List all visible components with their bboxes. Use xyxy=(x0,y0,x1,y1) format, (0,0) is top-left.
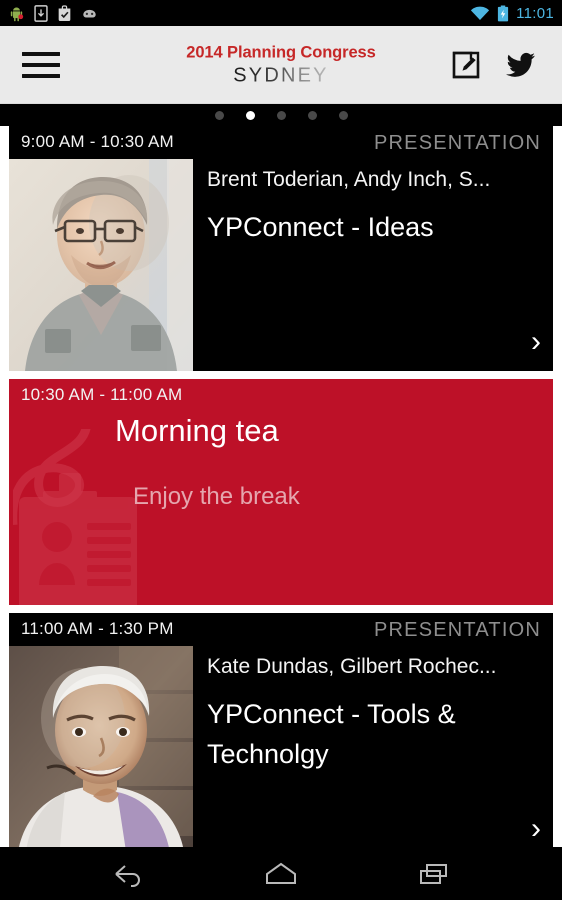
chevron-right-icon[interactable]: › xyxy=(531,327,541,357)
card-header: 11:00 AM - 1:30 PM PRESENTATION xyxy=(9,613,553,646)
android-navigation-bar xyxy=(0,847,562,900)
hamburger-menu-icon[interactable] xyxy=(22,51,68,78)
pager-dot-active[interactable] xyxy=(245,110,255,120)
pager-dot[interactable] xyxy=(214,110,224,120)
speaker-thumbnail xyxy=(9,646,193,858)
back-arrow-icon[interactable] xyxy=(105,855,151,893)
hamburger-bar xyxy=(22,73,60,78)
cyanogenmod-icon xyxy=(81,7,98,20)
header-subtitle: SYDNEY xyxy=(233,64,329,86)
card-body: Brent Toderian, Andy Inch, S... YPConnec… xyxy=(9,159,553,371)
break-body: Morning tea Enjoy the break xyxy=(9,409,553,605)
card-header: 10:30 AM - 11:00 AM xyxy=(9,379,553,409)
session-title: YPConnect - Tools & Technolgy xyxy=(207,699,456,769)
break-subtitle: Enjoy the break xyxy=(133,483,300,510)
status-bar-notification-icons xyxy=(8,4,98,22)
pager-indicator[interactable] xyxy=(0,104,562,126)
session-time: 10:30 AM - 11:00 AM xyxy=(21,385,183,404)
status-bar-clock: 11:01 xyxy=(516,4,554,22)
twitter-bird-icon[interactable] xyxy=(506,52,536,78)
hamburger-bar xyxy=(22,62,60,67)
session-type-label: PRESENTATION xyxy=(373,619,541,641)
card-header: 9:00 AM - 10:30 AM PRESENTATION xyxy=(9,126,553,159)
session-speakers: Kate Dundas, Gilbert Rochec... xyxy=(207,655,497,678)
session-type-label: PRESENTATION xyxy=(373,132,541,154)
app-header: 2014 Planning Congress SYDNEY xyxy=(0,26,562,104)
battery-charging-icon xyxy=(497,5,509,22)
hamburger-bar xyxy=(22,51,60,56)
id-badge-lanyard-icon xyxy=(13,429,137,605)
schedule-list: 9:00 AM - 10:30 AM PRESENTATION Brent To… xyxy=(0,126,562,858)
session-speakers: Brent Toderian, Andy Inch, S... xyxy=(207,168,491,191)
home-icon[interactable] xyxy=(258,855,304,893)
chevron-right-icon[interactable]: › xyxy=(531,814,541,844)
wifi-icon xyxy=(470,5,490,21)
pager-dot[interactable] xyxy=(276,110,286,120)
compose-edit-icon[interactable] xyxy=(452,51,480,79)
pager-dot[interactable] xyxy=(338,110,348,120)
session-time: 9:00 AM - 10:30 AM xyxy=(21,132,174,151)
header-actions xyxy=(452,51,536,79)
pager-dot[interactable] xyxy=(307,110,317,120)
status-bar-system-icons: 11:01 xyxy=(470,5,554,22)
recent-apps-icon[interactable] xyxy=(411,855,457,893)
download-icon xyxy=(34,4,48,22)
session-time: 11:00 AM - 1:30 PM xyxy=(21,619,174,638)
status-bar: 11:01 xyxy=(0,0,562,26)
break-title: Morning tea xyxy=(115,413,279,448)
session-info: Kate Dundas, Gilbert Rochec... YPConnect… xyxy=(193,646,553,858)
schedule-card-break[interactable]: 10:30 AM - 11:00 AM Morning tea Enjoy th… xyxy=(9,379,553,605)
schedule-card-session[interactable]: 9:00 AM - 10:30 AM PRESENTATION Brent To… xyxy=(9,126,553,371)
session-info: Brent Toderian, Andy Inch, S... YPConnec… xyxy=(193,159,553,371)
card-body: Kate Dundas, Gilbert Rochec... YPConnect… xyxy=(9,646,553,858)
schedule-card-session[interactable]: 11:00 AM - 1:30 PM PRESENTATION Kate Dun… xyxy=(9,613,553,858)
session-title: YPConnect - Ideas xyxy=(207,212,434,242)
speaker-thumbnail xyxy=(9,159,193,371)
android-robot-icon xyxy=(8,5,25,22)
checkbox-app-icon xyxy=(57,4,72,22)
